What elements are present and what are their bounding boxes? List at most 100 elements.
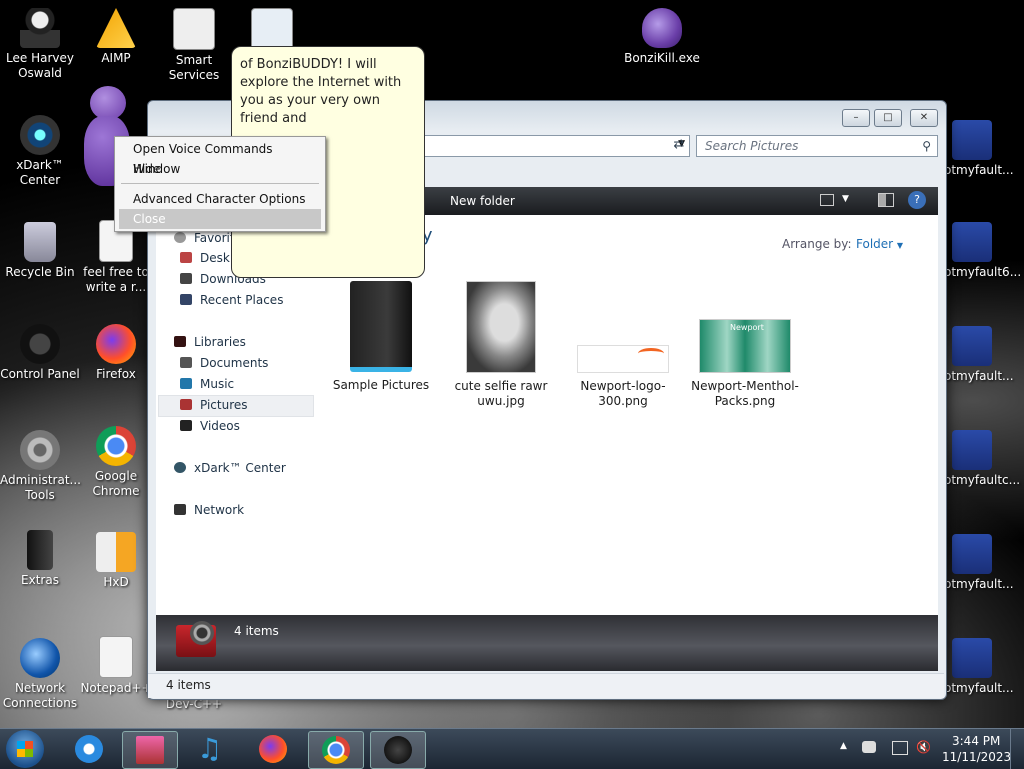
clock-time[interactable]: 3:44 PM xyxy=(952,734,1000,748)
desktop-icon-label: BonziKill.exe xyxy=(624,51,700,65)
desktop-icon-label: Notepad++ xyxy=(80,681,152,695)
view-options-icon[interactable] xyxy=(820,194,834,206)
file-item-sample-pictures[interactable]: Sample Pictures xyxy=(326,281,436,393)
nav-documents[interactable]: Documents xyxy=(180,356,268,370)
menu-item-open-voice-commands[interactable]: Open Voice Commands Window xyxy=(119,139,321,176)
desktop-icon-notmyfault-2[interactable]: otmyfault6... xyxy=(944,222,1024,280)
nav-label: Music xyxy=(200,377,235,391)
nav-label: Libraries xyxy=(194,335,246,349)
desktop-icon-notmyfault-6[interactable]: otmyfault... xyxy=(944,638,1024,696)
desktop-icon-label: otmyfault... xyxy=(944,163,1014,177)
desktop-icon-administrative-tools[interactable]: Administrat... Tools xyxy=(0,430,81,503)
desktop-icon-label: HxD xyxy=(103,575,129,589)
taskbar-chrome[interactable] xyxy=(308,731,364,769)
file-item-newport-logo[interactable]: Newport-logo-300.png xyxy=(568,281,678,409)
nav-recent-places[interactable]: Recent Places xyxy=(180,293,283,307)
volume-muted-icon[interactable]: 🔇 xyxy=(916,740,931,754)
desktop-icon-lee-harvey-oswald[interactable]: Lee Harvey Oswald xyxy=(0,8,80,81)
status-bar: 4 items xyxy=(148,673,944,698)
desktop-icon-notmyfault-3[interactable]: otmyfault... xyxy=(944,326,1024,384)
notepad-icon xyxy=(99,636,133,678)
nav-xdark-center[interactable]: xDark™ Center xyxy=(174,461,286,475)
taskbar-music[interactable]: ♫ xyxy=(184,731,238,767)
nav-pictures[interactable]: Pictures xyxy=(180,398,248,412)
desktop-icon-recycle-bin[interactable]: Recycle Bin xyxy=(0,222,80,280)
desktop-icon-notmyfault-5[interactable]: otmyfault... xyxy=(944,534,1024,592)
desktop-icon-hxd[interactable]: HxD xyxy=(76,532,156,590)
person-icon xyxy=(20,8,60,48)
desktop-icon-aimp[interactable]: AIMP xyxy=(76,8,156,66)
taskbar-app-window[interactable] xyxy=(122,731,178,769)
taskbar-explorer[interactable] xyxy=(370,731,426,769)
services-icon xyxy=(173,8,215,50)
nav-favorites[interactable]: Favorit xyxy=(174,231,235,245)
view-dropdown-icon[interactable]: ▼ xyxy=(842,194,849,204)
firefox-icon xyxy=(259,735,287,763)
control-panel-icon xyxy=(20,324,60,364)
pictures-icon xyxy=(180,399,192,410)
menu-item-close[interactable]: Close xyxy=(119,209,321,229)
new-folder-button[interactable]: New folder xyxy=(450,194,515,208)
recycle-bin-icon xyxy=(24,222,56,262)
desktop-icon-notmyfault-1[interactable]: otmyfault... xyxy=(944,120,1024,178)
desktop-icon-extras[interactable]: Extras xyxy=(0,530,80,588)
show-desktop-button[interactable] xyxy=(1010,729,1024,769)
close-button[interactable]: ✕ xyxy=(910,109,938,127)
taskbar: ♫ ▲ 🔇 3:44 PM 11/11/2023 xyxy=(0,728,1024,769)
notmyfault-icon xyxy=(952,326,992,366)
desktop-icon-label: otmyfaultc... xyxy=(944,473,1021,487)
desktop-icon-bonzikill[interactable]: BonziKill.exe xyxy=(622,8,702,66)
star-icon xyxy=(174,232,186,243)
gears-icon xyxy=(20,430,60,470)
network-tray-icon[interactable] xyxy=(892,741,908,755)
desktop-icon-label: Extras xyxy=(21,573,59,587)
internet-explorer-icon xyxy=(75,735,103,763)
desktop-icon-label: Control Panel xyxy=(0,367,80,381)
desktop-icon-network-connections[interactable]: Network Connections xyxy=(0,638,80,711)
desktop-icon-label: Administrat... Tools xyxy=(0,473,81,502)
file-item-newport-menthol[interactable]: Newport Newport-Menthol-Packs.png xyxy=(690,281,800,409)
desktop-icon-label: Smart Services xyxy=(168,53,220,82)
search-icon[interactable]: ⚲ xyxy=(922,136,931,156)
nav-music[interactable]: Music xyxy=(180,377,234,391)
network-globe-icon xyxy=(20,638,60,678)
bonzi-head xyxy=(90,86,126,120)
desktop-icon-control-panel[interactable]: Control Panel xyxy=(0,324,80,382)
tray-app-icon[interactable] xyxy=(862,741,876,753)
nav-label: Documents xyxy=(200,356,269,370)
start-button[interactable] xyxy=(6,730,44,768)
nav-videos[interactable]: Videos xyxy=(180,419,240,433)
desktop-icon-smart-services[interactable]: Smart Services xyxy=(154,8,234,83)
preview-pane-icon[interactable] xyxy=(878,193,894,207)
app-window-icon xyxy=(136,736,164,764)
minimize-button[interactable]: – xyxy=(842,109,870,127)
file-item-cute-selfie[interactable]: cute selfie rawr uwu.jpg xyxy=(446,281,556,409)
help-icon[interactable]: ? xyxy=(908,191,926,209)
desktop-icon-firefox[interactable]: Firefox xyxy=(76,324,156,382)
menu-item-hide[interactable]: Hide xyxy=(119,159,321,179)
nav-label: Pictures xyxy=(200,398,248,412)
desktop-icon-notepad-plus-plus[interactable]: Notepad++ xyxy=(76,636,156,696)
file-name: Newport-logo-300.png xyxy=(580,379,666,408)
nav-network[interactable]: Network xyxy=(174,503,244,517)
downloads-icon xyxy=(180,273,192,284)
desktop-icon-notmyfault-4[interactable]: otmyfaultc... xyxy=(944,430,1024,488)
file-name: cute selfie rawr uwu.jpg xyxy=(454,379,548,408)
maximize-button[interactable]: □ xyxy=(874,109,902,127)
pictures-library-icon xyxy=(176,621,216,657)
nav-libraries[interactable]: Libraries xyxy=(174,335,246,349)
clock-date[interactable]: 11/11/2023 xyxy=(942,750,1011,764)
desktop-icon-xdark-center[interactable]: xDark™ Center xyxy=(0,115,80,188)
show-hidden-icons-button[interactable]: ▲ xyxy=(840,741,847,751)
arrange-by-dropdown[interactable]: Folder ▼ xyxy=(856,237,903,251)
taskbar-firefox[interactable] xyxy=(246,731,300,767)
search-input[interactable]: Search Pictures ⚲ xyxy=(696,135,938,157)
nav-desktop[interactable]: Desk xyxy=(180,251,230,265)
desktop-icon-google-chrome[interactable]: Google Chrome xyxy=(76,426,156,499)
taskbar-internet-explorer[interactable] xyxy=(62,731,116,767)
refresh-button[interactable]: ⇄ xyxy=(668,135,690,155)
menu-item-advanced-character-options[interactable]: Advanced Character Options xyxy=(119,189,321,209)
search-placeholder: Search Pictures xyxy=(705,139,799,153)
balloon-text: of BonziBUDDY! I will explore the Intern… xyxy=(240,57,402,126)
newport-brand-text: Newport xyxy=(730,323,764,332)
